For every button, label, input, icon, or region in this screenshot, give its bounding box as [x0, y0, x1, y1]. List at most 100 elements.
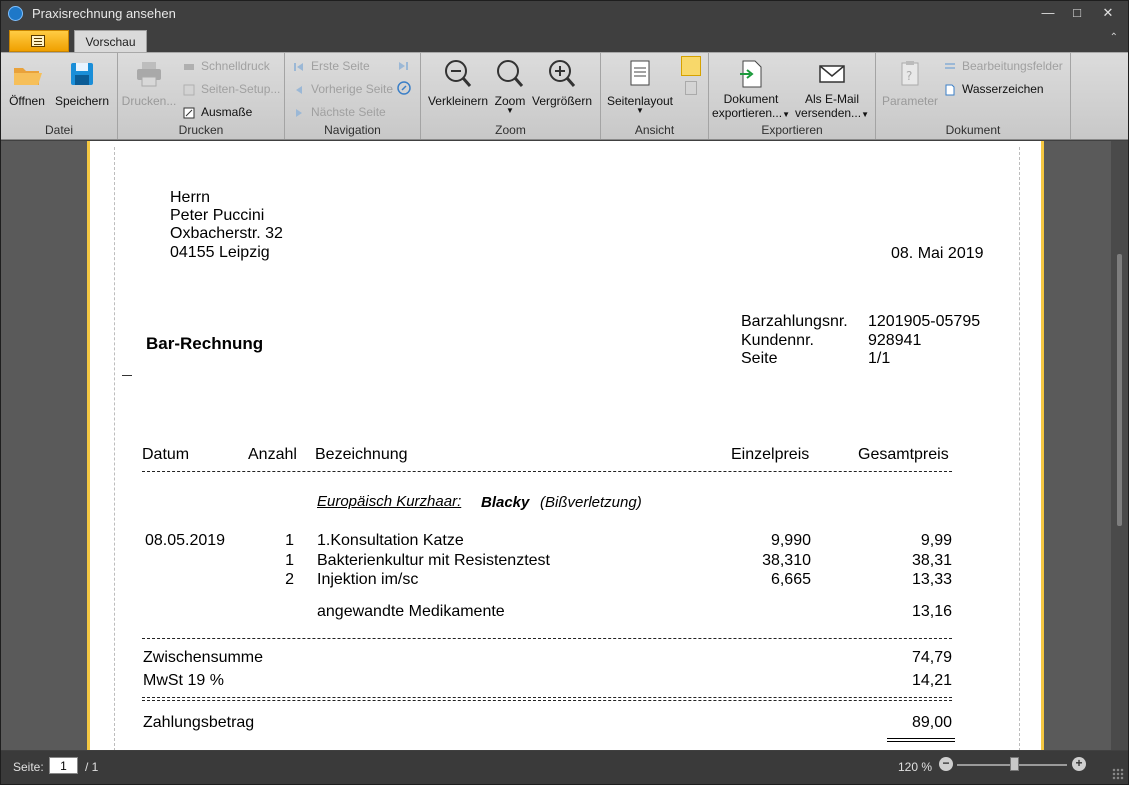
- totals-separator-bottom: [142, 700, 952, 701]
- zoom-button[interactable]: Zoom ▼: [491, 59, 529, 115]
- printer-icon: [132, 59, 166, 89]
- page-layout-button[interactable]: Seitenlayout ▼: [604, 59, 676, 115]
- vat-label: MwSt 19 %: [143, 672, 224, 689]
- save-button[interactable]: Speichern: [54, 59, 110, 108]
- row-1-date: 08.05.2019: [145, 532, 226, 549]
- export-dropdown-icon: ▼: [782, 110, 790, 119]
- address-line-name: Peter Puccini: [170, 207, 265, 224]
- invoice-date: 08. Mai 2019: [891, 245, 984, 262]
- print-button[interactable]: Drucken...: [121, 59, 177, 108]
- status-bar: Seite: 1 / 1 120 % − +: [1, 751, 1128, 784]
- envelope-icon: [815, 59, 849, 89]
- address-line-street: Oxbacherstr. 32: [170, 225, 283, 242]
- row-1-description: 1.Konsultation Katze: [317, 532, 464, 549]
- minimize-button[interactable]: —: [1035, 3, 1061, 23]
- tab-vorschau[interactable]: Vorschau: [74, 30, 147, 54]
- parameter-label: Parameter: [881, 94, 939, 108]
- patient-species: Europäisch Kurzhaar:: [317, 493, 462, 510]
- close-button[interactable]: ✕: [1095, 3, 1121, 23]
- group-exportieren: Dokument exportieren...▼ Als E-Mail vers…: [709, 53, 876, 139]
- parameter-button[interactable]: ? Parameter: [879, 59, 941, 108]
- email-label-line2: versenden...: [795, 106, 862, 120]
- scrollbar-thumb[interactable]: [1117, 254, 1122, 526]
- group-label-dokument: Dokument: [945, 123, 1001, 137]
- maximize-button[interactable]: □: [1064, 3, 1090, 23]
- edit-fields-label: Bearbeitungsfelder: [962, 59, 1063, 73]
- page-count: / 1: [85, 760, 99, 774]
- zoom-out-icon: [441, 59, 475, 89]
- page-number-input[interactable]: 1: [49, 757, 78, 774]
- title-bar: Praxisrechnung ansehen — □ ✕: [1, 1, 1128, 26]
- group-label-zoom: Zoom: [495, 123, 526, 137]
- items-separator: [142, 638, 952, 639]
- zoom-in-label: Vergrößern: [531, 94, 593, 108]
- quickprint-icon: [183, 60, 195, 72]
- zoom-in-button[interactable]: Vergrößern: [530, 59, 594, 108]
- resize-grip-icon[interactable]: [1112, 768, 1124, 780]
- window-title: Praxisrechnung ansehen: [32, 6, 176, 21]
- watermark-button[interactable]: Wasserzeichen: [944, 80, 1044, 98]
- export-label-line1: Dokument: [723, 92, 779, 106]
- watermark-icon: [944, 83, 956, 96]
- pagesetup-button[interactable]: Seiten-Setup...: [183, 80, 280, 98]
- group-label-drucken: Drucken: [178, 123, 224, 137]
- dimensions-icon: [183, 106, 195, 119]
- page-layout-icon: [623, 59, 657, 89]
- group-navigation: Erste Seite Vorherige Seite Nächste Seit…: [285, 53, 421, 139]
- watermark-label: Wasserzeichen: [962, 82, 1044, 96]
- first-page-button[interactable]: Erste Seite: [293, 57, 370, 75]
- email-dropdown-icon: ▼: [861, 110, 869, 119]
- app-icon: [8, 6, 23, 21]
- vertical-scrollbar[interactable]: [1111, 141, 1128, 750]
- header-date: Datum: [142, 446, 190, 463]
- previous-page-label: Vorherige Seite: [311, 82, 394, 96]
- edit-fields-button[interactable]: Bearbeitungsfelder: [944, 57, 1063, 75]
- last-page-icon[interactable]: [397, 59, 411, 77]
- zoom-slider-out-icon[interactable]: −: [939, 757, 953, 771]
- header-separator: [142, 471, 952, 472]
- print-label: Drucken...: [121, 94, 177, 108]
- page-layout-dropdown-icon: ▼: [636, 106, 644, 115]
- group-label-ansicht: Ansicht: [634, 123, 675, 137]
- subtotal-label: Zwischensumme: [143, 649, 264, 666]
- group-label-exportieren: Exportieren: [761, 123, 823, 137]
- compass-icon[interactable]: [397, 81, 411, 100]
- group-label-datei: Datei: [44, 123, 73, 137]
- payment-label: Zahlungsbetrag: [143, 714, 255, 731]
- next-page-button[interactable]: Nächste Seite: [293, 103, 386, 121]
- open-button[interactable]: Öffnen: [5, 59, 49, 108]
- application-menu-button[interactable]: [9, 30, 69, 52]
- collapse-ribbon-icon[interactable]: ⌃: [1110, 32, 1118, 43]
- zoom-slider-in-icon[interactable]: +: [1072, 757, 1086, 771]
- zoom-out-button[interactable]: Verkleinern: [425, 59, 491, 108]
- email-label-line1: Als E-Mail: [804, 92, 859, 106]
- quickprint-button[interactable]: Schnelldruck: [183, 57, 270, 75]
- dimensions-button[interactable]: Ausmaße: [183, 103, 252, 121]
- document-preview[interactable]: Herrn Peter Puccini Oxbacherstr. 32 0415…: [1, 141, 1128, 750]
- row-2-unit-price: 38,310: [762, 552, 811, 569]
- send-email-button[interactable]: Als E-Mail versenden...▼: [795, 59, 869, 120]
- previous-page-button[interactable]: Vorherige Seite: [293, 80, 393, 98]
- row-3-description: Injektion im/sc: [317, 571, 419, 588]
- pagesetup-label: Seiten-Setup...: [201, 82, 281, 96]
- zoom-icon: [493, 59, 527, 89]
- parameter-icon: ?: [893, 59, 927, 89]
- dimensions-label: Ausmaße: [201, 105, 253, 119]
- payment-double-underline: [887, 738, 955, 742]
- patient-name: Blacky: [481, 494, 530, 511]
- zoom-slider-thumb[interactable]: [1010, 757, 1019, 771]
- left-margin-guide: [114, 147, 115, 750]
- customer-number-label: Kundennr.: [741, 332, 814, 349]
- open-label: Öffnen: [9, 94, 45, 108]
- single-page-view-icon[interactable]: [681, 56, 701, 76]
- svg-text:?: ?: [906, 69, 912, 83]
- export-document-button[interactable]: Dokument exportieren...▼: [712, 59, 790, 120]
- multi-page-view-icon[interactable]: [685, 81, 697, 95]
- invoice-page: Herrn Peter Puccini Oxbacherstr. 32 0415…: [87, 141, 1044, 750]
- right-margin-guide: [1019, 147, 1020, 750]
- group-drucken: Drucken... Schnelldruck Seiten-Setup... …: [118, 53, 285, 139]
- page-number-label: Seite:: [13, 760, 44, 774]
- save-label: Speichern: [54, 94, 110, 108]
- edit-fields-icon: [944, 60, 956, 72]
- row-1-quantity: 1: [285, 532, 294, 549]
